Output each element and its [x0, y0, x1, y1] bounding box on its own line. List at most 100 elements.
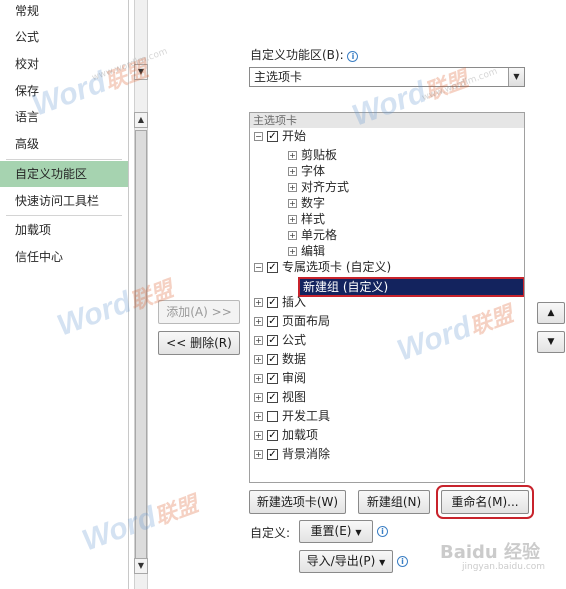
rename-button[interactable]: 重命名(M)...: [436, 485, 534, 519]
caret-down-icon: ▼: [379, 558, 386, 567]
tree-tab-label: 背景消除: [282, 447, 331, 461]
chevron-down-icon[interactable]: ▼: [508, 68, 524, 86]
expand-icon[interactable]: +: [288, 247, 297, 256]
remove-button[interactable]: << 删除(R): [158, 331, 240, 355]
new-group-button[interactable]: 新建组(N): [358, 490, 430, 514]
expand-icon[interactable]: +: [254, 450, 263, 459]
move-up-button[interactable]: ▲: [537, 302, 565, 324]
nav-item-formulas[interactable]: 公式: [0, 24, 128, 50]
nav-item-save[interactable]: 保存: [0, 78, 128, 104]
checkbox-checked-icon[interactable]: ✓: [267, 373, 278, 384]
nav-item-trust-center[interactable]: 信任中心: [0, 244, 128, 270]
nav-item-language[interactable]: 语言: [0, 104, 128, 130]
move-down-button[interactable]: ▼: [537, 331, 565, 353]
checkbox-checked-icon[interactable]: ✓: [267, 297, 278, 308]
expand-icon[interactable]: +: [254, 317, 263, 326]
customize-ribbon-label-text: 自定义功能区(B):: [250, 48, 344, 62]
tree-tab-label: 插入: [282, 295, 307, 309]
tree-tab-label: 专属选项卡 (自定义): [282, 260, 392, 274]
caret-down-icon: ▼: [355, 528, 362, 537]
tree-tab-formulas[interactable]: + ✓ 公式: [254, 332, 306, 348]
import-export-button[interactable]: 导入/导出(P) ▼: [299, 550, 393, 573]
checkbox-checked-icon[interactable]: ✓: [267, 354, 278, 365]
tree-group-alignment[interactable]: + 对齐方式: [288, 179, 349, 195]
scrollbar-thumb[interactable]: [135, 130, 147, 560]
triangle-up-icon: ▲: [547, 308, 555, 318]
triangle-down-icon: ▼: [547, 337, 555, 347]
expand-icon[interactable]: +: [254, 374, 263, 383]
expand-icon[interactable]: +: [288, 151, 297, 160]
info-icon: i: [347, 51, 359, 62]
nav-divider: [6, 159, 122, 160]
checkbox-checked-icon[interactable]: ✓: [267, 262, 278, 273]
checkbox-checked-icon[interactable]: ✓: [267, 131, 278, 142]
tree-group-label: 对齐方式: [301, 180, 350, 194]
tree-header: 主选项卡: [250, 113, 524, 128]
collapse-icon[interactable]: −: [254, 263, 263, 272]
expand-icon[interactable]: +: [254, 298, 263, 307]
tree-group-clipboard[interactable]: + 剪贴板: [288, 147, 337, 163]
options-nav: 常规 公式 校对 保存 语言 高级 自定义功能区 快速访问工具栏 加载项 信任中…: [0, 0, 129, 589]
tree-group-styles[interactable]: + 样式: [288, 211, 325, 227]
checkbox-checked-icon[interactable]: ✓: [267, 316, 278, 327]
tree-tab-view[interactable]: + ✓ 视图: [254, 389, 306, 405]
customize-ribbon-dropdown-value: 主选项卡: [254, 70, 303, 84]
collapse-icon[interactable]: −: [254, 132, 263, 141]
new-tab-button[interactable]: 新建选项卡(W): [249, 490, 346, 514]
checkbox-checked-icon[interactable]: ✓: [267, 430, 278, 441]
tree-tab-label: 页面布局: [282, 314, 331, 328]
nav-item-advanced[interactable]: 高级: [0, 131, 128, 157]
scroll-down-arrow-icon[interactable]: ▼: [134, 558, 148, 574]
tree-tab-custom[interactable]: − ✓ 专属选项卡 (自定义): [254, 259, 391, 275]
tree-group-font[interactable]: + 字体: [288, 163, 325, 179]
expand-icon[interactable]: +: [288, 231, 297, 240]
nav-item-customize-ribbon[interactable]: 自定义功能区: [0, 161, 128, 187]
baidu-watermark-site: jingyan.baidu.com: [462, 562, 546, 572]
tree-tab-label: 加载项: [282, 428, 319, 442]
checkbox-checked-icon[interactable]: ✓: [267, 335, 278, 346]
scroll-up-arrow-icon[interactable]: ▲: [134, 112, 148, 128]
tree-tab-label: 开始: [282, 129, 307, 143]
expand-icon[interactable]: +: [254, 336, 263, 345]
expand-icon[interactable]: +: [288, 215, 297, 224]
tree-group-editing[interactable]: + 编辑: [288, 243, 325, 259]
tree-tab-label: 审阅: [282, 371, 307, 385]
checkbox-checked-icon[interactable]: ✓: [267, 449, 278, 460]
tree-tab-data[interactable]: + ✓ 数据: [254, 351, 306, 367]
tree-group-cells[interactable]: + 单元格: [288, 227, 337, 243]
customizations-label: 自定义:: [250, 526, 291, 540]
tree-group-label: 数字: [301, 196, 326, 210]
tree-group-label: 字体: [301, 164, 326, 178]
tree-group-label: 单元格: [301, 228, 338, 242]
tree-tab-insert[interactable]: + ✓ 插入: [254, 294, 306, 310]
tree-group-number[interactable]: + 数字: [288, 195, 325, 211]
tree-group-new-custom[interactable]: 新建组 (自定义): [298, 277, 524, 297]
nav-item-add-ins[interactable]: 加载项: [0, 217, 128, 243]
tree-tab-page-layout[interactable]: + ✓ 页面布局: [254, 313, 330, 329]
watermark-cn: 联盟: [151, 491, 202, 530]
tree-tab-developer[interactable]: + 开发工具: [254, 408, 330, 424]
tree-tab-label: 视图: [282, 390, 307, 404]
expand-icon[interactable]: +: [288, 199, 297, 208]
tree-tab-add-ins[interactable]: + ✓ 加载项: [254, 427, 318, 443]
tree-tab-review[interactable]: + ✓ 审阅: [254, 370, 306, 386]
expand-icon[interactable]: +: [254, 431, 263, 440]
ribbon-tabs-tree[interactable]: 主选项卡 − ✓ 开始 + 剪贴板 + 字体 + 对齐方式 + 数字 + 样式 + 单元格 + 编…: [249, 112, 525, 483]
customize-ribbon-label: 自定义功能区(B): i: [250, 46, 359, 63]
nav-item-quick-access-toolbar[interactable]: 快速访问工具栏: [0, 188, 128, 214]
add-button[interactable]: 添加(A) >>: [158, 300, 240, 324]
checkbox-unchecked-icon[interactable]: [267, 411, 278, 422]
expand-icon[interactable]: +: [254, 412, 263, 421]
tree-tab-background-removal[interactable]: + ✓ 背景消除: [254, 446, 330, 462]
tree-tab-home[interactable]: − ✓ 开始: [254, 128, 306, 144]
expand-icon[interactable]: +: [288, 167, 297, 176]
nav-item-general[interactable]: 常规: [0, 0, 128, 24]
expand-icon[interactable]: +: [288, 183, 297, 192]
checkbox-checked-icon[interactable]: ✓: [267, 392, 278, 403]
tree-group-label: 样式: [301, 212, 326, 226]
expand-icon[interactable]: +: [254, 355, 263, 364]
tree-tab-label: 数据: [282, 352, 307, 366]
reset-button[interactable]: 重置(E) ▼: [299, 520, 373, 543]
tree-group-label: 剪贴板: [301, 148, 338, 162]
expand-icon[interactable]: +: [254, 393, 263, 402]
